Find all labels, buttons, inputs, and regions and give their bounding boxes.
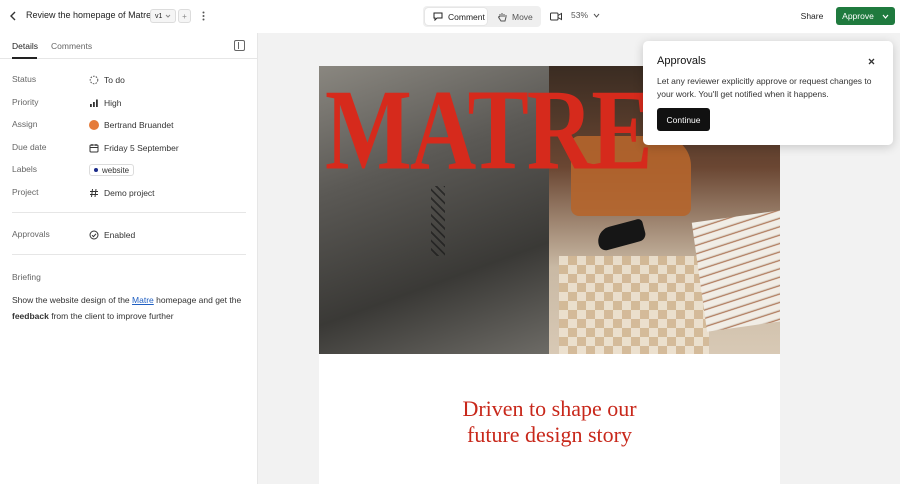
approve-button[interactable]: Approve: [836, 7, 895, 25]
priority-row: Priority High: [12, 96, 248, 110]
comment-mode-label: Comment: [448, 11, 485, 22]
checkered-floor: [559, 256, 709, 354]
priority-value[interactable]: High: [89, 96, 121, 110]
status-row: Status To do: [12, 73, 248, 87]
comment-icon: [433, 12, 443, 21]
move-mode-button[interactable]: Move: [491, 8, 539, 25]
bag-stitch-detail: [431, 186, 445, 256]
briefing-bold: feedback: [12, 311, 49, 321]
continue-button[interactable]: Continue: [657, 108, 710, 131]
present-button[interactable]: [549, 10, 563, 22]
labels-row: Labels website: [12, 163, 248, 177]
hero-tagline: Driven to shape our future design story: [319, 396, 780, 448]
approvals-row: Approvals Enabled: [12, 228, 248, 242]
assignee-name: Bertrand Bruandet: [104, 120, 174, 130]
assignee-value[interactable]: Bertrand Bruandet: [89, 118, 173, 132]
add-version-button[interactable]: +: [178, 9, 191, 23]
chevron-down-icon: [166, 14, 171, 18]
approve-label: Approve: [842, 11, 874, 21]
priority-bars-icon: [90, 99, 98, 107]
zoom-level: 53%: [571, 10, 589, 20]
label-color-dot: [94, 168, 98, 172]
due-date-text: Friday 5 September: [104, 143, 179, 153]
project-text: Demo project: [104, 188, 155, 198]
briefing-label: Briefing: [12, 272, 41, 282]
more-options-button[interactable]: [198, 9, 208, 23]
due-date-row: Due date Friday 5 September: [12, 141, 248, 155]
approvals-label: Approvals: [12, 229, 50, 239]
calendar-icon: [89, 144, 99, 153]
project-label: Project: [12, 187, 39, 197]
version-selector[interactable]: v1: [150, 9, 176, 23]
status-text: To do: [104, 75, 125, 85]
details-panel: Details Comments Status To do Priority H…: [0, 33, 258, 484]
labels-value[interactable]: website: [89, 163, 135, 177]
book-stack: [691, 210, 780, 332]
briefing-part: homepage and get the: [153, 295, 242, 305]
tab-comments[interactable]: Comments: [51, 41, 92, 51]
close-button[interactable]: [865, 55, 877, 67]
approvals-value[interactable]: Enabled: [89, 228, 135, 242]
close-icon: [868, 58, 874, 64]
briefing-part: from the client to improve further: [48, 311, 174, 321]
due-date-value[interactable]: Friday 5 September: [89, 141, 179, 155]
divider: [12, 254, 246, 255]
approvals-popover: Approvals Let any reviewer explicitly ap…: [643, 41, 893, 145]
label-chip[interactable]: website: [89, 164, 135, 176]
popover-title: Approvals: [657, 55, 706, 67]
assign-label: Assign: [12, 119, 38, 129]
tagline-line: future design story: [467, 422, 632, 447]
sidebar-toggle-icon[interactable]: [234, 40, 245, 51]
status-label: Status: [12, 74, 37, 84]
assign-row: Assign Bertrand Bruandet: [12, 118, 248, 132]
chevron-down-icon: [882, 14, 889, 19]
move-mode-label: Move: [512, 11, 533, 22]
priority-label: Priority: [12, 97, 39, 107]
top-bar: Review the homepage of Matre v1 + Commen…: [0, 0, 900, 33]
status-todo-icon: [89, 75, 99, 85]
label-chip-text: website: [102, 165, 130, 175]
comment-mode-button[interactable]: Comment: [425, 8, 487, 25]
divider: [12, 212, 246, 213]
active-tab-indicator: [12, 57, 37, 59]
project-value[interactable]: Demo project: [89, 186, 155, 200]
back-button[interactable]: [6, 9, 20, 23]
due-date-label: Due date: [12, 142, 47, 152]
version-label: v1: [155, 12, 163, 20]
avatar: [89, 120, 99, 130]
chevron-down-icon: [593, 13, 600, 18]
approvals-text: Enabled: [104, 230, 136, 240]
page-title: Review the homepage of Matre: [26, 10, 152, 20]
more-vertical-icon: [202, 11, 204, 21]
briefing-text[interactable]: Show the website design of the Matre hom…: [12, 292, 248, 324]
tab-details[interactable]: Details: [12, 41, 38, 51]
popover-text: Let any reviewer explicitly approve or r…: [657, 76, 872, 99]
video-icon: [550, 12, 562, 20]
brand-logo: MATRE: [325, 66, 653, 194]
zoom-selector[interactable]: 53%: [571, 10, 600, 20]
briefing-part: Show the website design of the: [12, 295, 133, 305]
status-value[interactable]: To do: [89, 73, 125, 87]
check-circle-icon: [89, 230, 99, 240]
labels-label: Labels: [12, 164, 38, 174]
share-button[interactable]: Share: [795, 7, 829, 25]
panel-tabs: Details Comments: [0, 33, 258, 59]
tagline-line: Driven to shape our: [462, 396, 637, 421]
priority-text: High: [104, 98, 122, 108]
mode-switcher: Comment Move: [423, 6, 541, 27]
hash-icon: [90, 188, 98, 198]
project-row: Project Demo project: [12, 186, 248, 200]
briefing-link[interactable]: Matre: [132, 295, 154, 305]
hand-icon: [498, 12, 507, 21]
chevron-left-icon: [10, 11, 16, 21]
